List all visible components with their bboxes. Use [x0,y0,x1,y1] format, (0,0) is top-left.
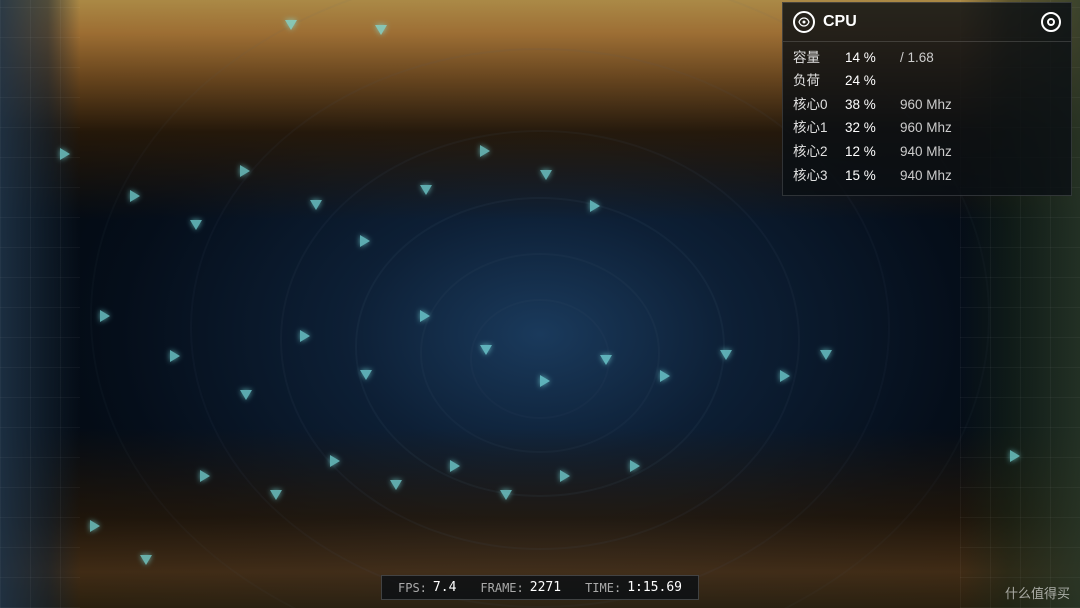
status-bar: FPS: 7.4 FRAME: 2271 TIME: 1:15.69 [381,575,699,600]
cpu-title: CPU [823,9,857,35]
record-icon[interactable] [1041,12,1061,32]
side-panel-left [0,0,80,608]
particle-30 [500,490,512,500]
particle-26 [270,490,282,500]
particle-28 [390,480,402,490]
particle-13 [170,350,180,362]
particle-20 [600,355,612,365]
particle-29 [450,460,460,472]
particle-21 [660,370,670,382]
frame-label: FRAME: [480,581,523,595]
record-inner [1047,18,1055,26]
cpu-row-label-5: 核心3 [793,165,845,187]
cpu-row-label-0: 容量 [793,47,845,69]
particle-7 [360,235,370,247]
cpu-row-value-5: 15 % [845,165,900,187]
cpu-row-label-4: 核心2 [793,141,845,163]
cpu-row-extra-4: 940 Mhz [900,141,952,163]
particle-16 [360,370,372,380]
cpu-header-left: CPU [793,9,857,35]
cpu-row-value-0: 14 % [845,47,900,69]
particle-25 [200,470,210,482]
cpu-row-value-1: 24 % [845,70,900,92]
cpu-row-extra-0: / 1.68 [900,47,934,69]
watermark: 什么值得买 [1005,583,1070,602]
time-item: TIME: 1:15.69 [585,580,682,595]
particle-0 [285,20,297,30]
particle-18 [480,345,492,355]
particle-12 [100,310,110,322]
particle-32 [90,520,100,532]
tunnel-ring-6 [470,299,610,419]
cpu-row-label-3: 核心1 [793,117,845,139]
cpu-body: 容量 14 % / 1.68 负荷 24 % 核心0 38 % 960 Mhz … [783,42,1071,196]
cpu-row-value-2: 38 % [845,94,900,116]
cpu-row-2: 核心0 38 % 960 Mhz [793,93,1061,117]
particle-6 [310,200,322,210]
particle-24 [820,350,832,360]
cpu-row-extra-5: 940 Mhz [900,165,952,187]
cpu-row-5: 核心3 15 % 940 Mhz [793,164,1061,188]
cpu-monitor-icon [793,11,815,33]
particle-15 [300,330,310,342]
cpu-row-4: 核心2 12 % 940 Mhz [793,140,1061,164]
particle-19 [540,375,550,387]
frame-value: 2271 [530,580,561,595]
cpu-row-value-3: 32 % [845,117,900,139]
watermark-text: 什么值得买 [1005,586,1070,601]
fps-item: FPS: 7.4 [398,580,456,595]
particle-9 [480,145,490,157]
particle-31 [560,470,570,482]
particle-35 [1010,450,1020,462]
fps-value: 7.4 [433,580,456,595]
fps-label: FPS: [398,581,427,595]
frame-item: FRAME: 2271 [480,580,561,595]
particle-5 [240,165,250,177]
cpu-row-value-4: 12 % [845,141,900,163]
cpu-row-extra-2: 960 Mhz [900,94,952,116]
time-label: TIME: [585,581,621,595]
particle-8 [420,185,432,195]
particle-3 [130,190,140,202]
cpu-row-0: 容量 14 % / 1.68 [793,46,1061,70]
particle-10 [540,170,552,180]
time-value: 1:15.69 [627,580,682,595]
cpu-panel-header: CPU [783,3,1071,42]
particle-23 [780,370,790,382]
cpu-row-extra-3: 960 Mhz [900,117,952,139]
particle-27 [330,455,340,467]
cpu-row-1: 负荷 24 % [793,69,1061,93]
particle-34 [630,460,640,472]
cpu-row-label-2: 核心0 [793,94,845,116]
particle-4 [190,220,202,230]
particle-11 [590,200,600,212]
particle-22 [720,350,732,360]
particle-33 [140,555,152,565]
particle-2 [60,148,70,160]
cpu-row-label-1: 负荷 [793,70,845,92]
particle-1 [375,25,387,35]
particle-14 [240,390,252,400]
particle-17 [420,310,430,322]
cpu-panel: CPU 容量 14 % / 1.68 负荷 24 % 核心0 38 % 960 … [782,2,1072,196]
cpu-row-3: 核心1 32 % 960 Mhz [793,116,1061,140]
